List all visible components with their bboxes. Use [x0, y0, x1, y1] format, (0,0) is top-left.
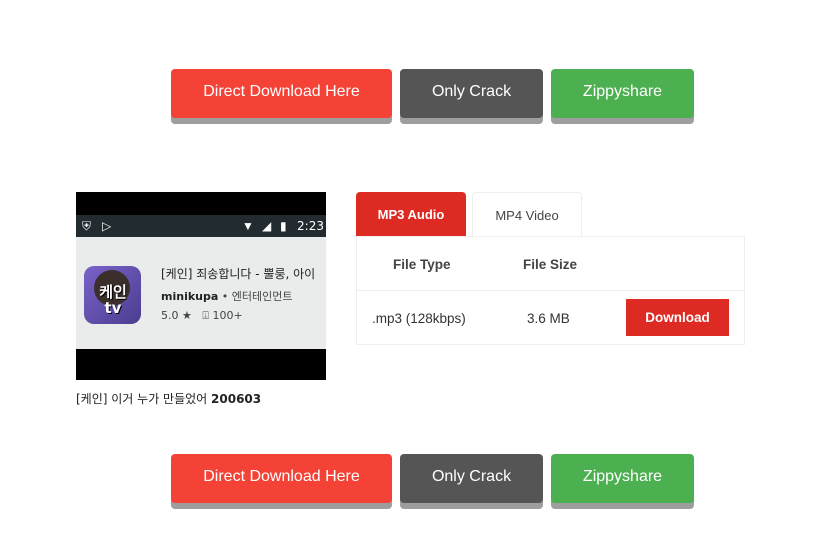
- app-category: 엔터테인먼트: [231, 290, 293, 303]
- only-crack-button-bottom[interactable]: Only Crack: [400, 454, 543, 503]
- file-type-value: .mp3 (128kbps): [372, 310, 466, 326]
- app-listing: 케인 tv [케인] 죄송합니다 - 뿔룽, 아이 minikupa • 엔터테인…: [76, 237, 326, 349]
- developer-name: minikupa: [161, 290, 219, 303]
- only-crack-button[interactable]: Only Crack: [400, 69, 543, 118]
- app-title: [케인] 죄송합니다 - 뿔룽, 아이: [161, 267, 316, 281]
- caption-code: 200603: [211, 392, 262, 406]
- tab-mp3-audio[interactable]: MP3 Audio: [356, 192, 466, 237]
- video-thumbnail[interactable]: ⛨ ▷ ▼ ◢ ▮ 2:23 케인 tv [케인] 죄송합니다 - 뿔룽, 아이 …: [76, 192, 326, 380]
- signal-icon: ◢: [262, 219, 272, 233]
- top-download-buttons: Direct Download Here Only Crack Zippysha…: [171, 69, 694, 118]
- header-file-size: File Size: [523, 256, 578, 272]
- bottom-download-buttons: Direct Download Here Only Crack Zippysha…: [171, 454, 694, 503]
- phone-status-bar: ⛨ ▷ ▼ ◢ ▮ 2:23: [76, 215, 326, 237]
- caption-title: [케인] 이거 누가 만들었어: [76, 392, 212, 406]
- wifi-icon: ▼: [242, 219, 254, 233]
- header-file-type: File Type: [393, 256, 451, 272]
- app-developer: minikupa • 엔터테인먼트: [161, 288, 293, 304]
- zippyshare-button[interactable]: Zippyshare: [551, 69, 694, 118]
- status-time: 2:23: [297, 219, 324, 233]
- video-caption: [케인] 이거 누가 만들었어 200603: [76, 390, 261, 407]
- shield-icon: ⛨: [82, 219, 92, 233]
- format-tabs: MP3 Audio MP4 Video: [356, 192, 582, 237]
- zippyshare-button-bottom[interactable]: Zippyshare: [551, 454, 694, 503]
- play-store-icon: ▷: [102, 219, 112, 233]
- download-button[interactable]: Download: [626, 299, 729, 336]
- app-icon-text: 케인 tv: [99, 283, 127, 317]
- table-row: .mp3 (128kbps) 3.6 MB Download: [357, 291, 744, 345]
- download-count-icon: ⍗: [195, 309, 213, 322]
- file-size-value: 3.6 MB: [527, 310, 570, 326]
- battery-icon: ▮: [280, 219, 287, 233]
- app-icon: 케인 tv: [84, 266, 141, 324]
- separator-dot: •: [221, 290, 232, 303]
- app-rating: 5.0 ★: [161, 309, 192, 322]
- file-table: File Type File Size .mp3 (128kbps) 3.6 M…: [356, 236, 745, 345]
- direct-download-button[interactable]: Direct Download Here: [171, 69, 392, 118]
- tab-mp4-video[interactable]: MP4 Video: [472, 192, 582, 237]
- table-header: File Type File Size: [357, 237, 744, 291]
- direct-download-button-bottom[interactable]: Direct Download Here: [171, 454, 392, 503]
- app-meta: 5.0 ★ ⍗ 100+: [161, 309, 243, 323]
- app-downloads: 100+: [212, 309, 243, 322]
